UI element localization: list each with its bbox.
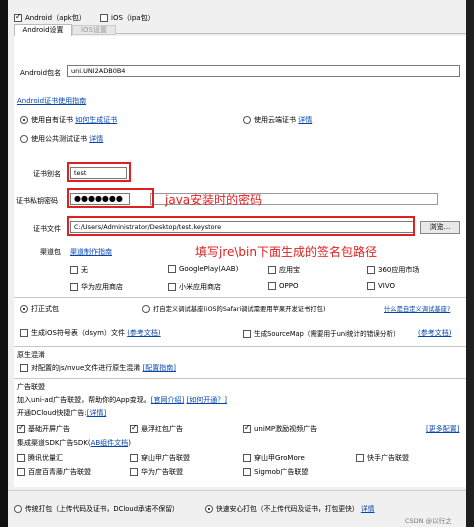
tab-android-settings[interactable]: Android设置 <box>14 24 72 36</box>
channel-label: 渠道包 <box>40 248 61 256</box>
sdk-ad-checkbox[interactable] <box>243 454 251 462</box>
dcloud-ad-checkbox[interactable] <box>17 423 25 433</box>
sdk-ad-checkbox[interactable] <box>130 454 138 462</box>
obfuscation-checkbox[interactable] <box>20 364 28 372</box>
more-config-link[interactable]: [更多配置] <box>426 424 459 434</box>
cert-file-label: 证书文件 <box>33 225 61 233</box>
own-cert-radio[interactable] <box>20 116 28 124</box>
sdk-ad-checkbox[interactable] <box>17 454 25 462</box>
obfuscation-guide-link[interactable]: [配置指南] <box>143 364 176 372</box>
obfuscation-section-title: 原生混淆 <box>17 351 45 359</box>
divider <box>14 346 466 347</box>
fast-pack-radio[interactable] <box>205 505 213 513</box>
channel-item[interactable]: VIVO <box>367 282 395 290</box>
channel-item[interactable]: 华为应用商店 <box>70 282 123 292</box>
sdk-ad-checkbox[interactable] <box>130 468 138 476</box>
channel-checkbox[interactable] <box>168 283 176 291</box>
ios-dsym-doc-link[interactable]: (参考文档) <box>127 329 160 337</box>
custom-base-help-link[interactable]: 什么是自定义调试基座? <box>384 304 450 313</box>
sdk-ad-checkbox[interactable] <box>243 468 251 476</box>
public-details-link[interactable]: 详情 <box>89 135 103 143</box>
sdk-doc-link[interactable]: AB组件文档 <box>91 439 129 447</box>
cloud-cert-option[interactable]: 使用云端证书 详情 <box>243 115 312 125</box>
own-cert-option[interactable]: 使用自有证书 如何生成证书 <box>20 115 117 125</box>
cloud-cert-radio[interactable] <box>243 116 251 124</box>
sdk-ad-item[interactable]: 华为广告联盟 <box>130 467 183 477</box>
dcloud-ad-item[interactable]: 基础开屏广告 <box>17 423 70 434</box>
alias-label: 证书别名 <box>33 170 61 178</box>
browse-button[interactable]: 浏览... <box>420 221 460 234</box>
how-to-generate-link[interactable]: 如何生成证书 <box>75 116 117 124</box>
formal-package-radio[interactable] <box>20 305 28 313</box>
android-platform-option[interactable]: Android（apk包） <box>14 12 86 23</box>
channel-checkbox[interactable] <box>367 282 375 290</box>
password-label: 证书私钥密码 <box>16 197 58 205</box>
divider <box>14 378 466 379</box>
sdk-ad-item[interactable]: Sigmob广告联盟 <box>243 467 308 477</box>
sdk-ad-checkbox[interactable] <box>17 468 25 476</box>
divider <box>14 297 466 298</box>
channel-checkbox[interactable] <box>70 283 78 291</box>
sdk-ad-item[interactable]: 百度百青藤广告联盟 <box>17 467 91 477</box>
cert-file-highlight-box <box>67 216 415 236</box>
dcloud-ad-checkbox[interactable] <box>243 423 251 433</box>
password-highlight-box <box>67 188 154 208</box>
ios-dsym-option[interactable]: 生成iOS符号表（dsym）文件 (参考文档) <box>20 328 161 338</box>
fast-pack-option[interactable]: 快速安心打包（不上传代码及证书，打包更快） 详情 <box>205 503 375 513</box>
ads-howto-link[interactable]: [如何开通？] <box>186 396 226 404</box>
sdk-ad-item[interactable]: 腾讯优量汇 <box>17 453 63 463</box>
cloud-details-link[interactable]: 详情 <box>298 116 312 124</box>
custom-base-radio[interactable] <box>142 305 150 313</box>
sdk-ad-item[interactable]: 快手广告联盟 <box>356 453 409 463</box>
traditional-pack-radio[interactable] <box>14 505 22 513</box>
sdk-ad-item[interactable]: 穿山甲广告联盟 <box>130 453 190 463</box>
public-cert-radio[interactable] <box>20 135 28 143</box>
obfuscation-option[interactable]: 对配置的js/nvue文件进行原生混淆 [配置指南] <box>20 363 176 373</box>
dcloud-ads-label: 开通DCloud快捷广告:[详情] <box>17 409 107 417</box>
annotation-cert-path: 填写jre\bin下面生成的签名包路径 <box>195 245 377 259</box>
dcloud-ad-item[interactable]: uniMP激励视频广告 <box>243 423 317 434</box>
ios-dsym-checkbox[interactable] <box>20 329 28 337</box>
tab-ios-settings[interactable]: iOS设置 <box>72 25 116 35</box>
sourcemap-doc-link[interactable]: (参考文档) <box>418 328 451 338</box>
channel-item[interactable]: 小米应用商店 <box>168 282 221 292</box>
dcloud-ads-details-link[interactable]: [详情] <box>87 409 106 417</box>
channel-item[interactable]: GooglePlay(AAB) <box>168 265 238 273</box>
sdk-ad-item[interactable]: 穿山甲GroMore <box>243 453 305 463</box>
sourcemap-option[interactable]: 生成SourceMap（需要用于uni统计的错误分析） <box>243 328 400 338</box>
ios-checkbox[interactable] <box>100 14 108 22</box>
custom-base-option[interactable]: 打自定义调试基座(iOS的Safari调试需要用苹果开发证书打包) <box>142 304 325 313</box>
public-cert-option[interactable]: 使用公共测试证书 详情 <box>20 134 103 144</box>
ads-intro-link[interactable]: [官网介绍] <box>151 396 184 404</box>
channel-guide-link[interactable]: 渠道制作指南 <box>70 247 112 257</box>
ads-intro: 加入uni-ad广告联盟，帮助你的App变现。[官网介绍] [如何开通？] <box>17 396 227 404</box>
channel-checkbox[interactable] <box>367 266 375 274</box>
channel-checkbox[interactable] <box>70 266 78 274</box>
channel-checkbox[interactable] <box>268 282 276 290</box>
channel-checkbox[interactable] <box>268 266 276 274</box>
channel-checkbox[interactable] <box>168 265 176 273</box>
fast-pack-details-link[interactable]: 详情 <box>361 505 375 513</box>
ads-section-title: 广告联盟 <box>17 383 45 391</box>
package-name-input[interactable]: uni.UNI2ADB0B4 <box>67 65 460 77</box>
right-border <box>466 0 474 527</box>
channel-item[interactable]: 360应用市场 <box>367 265 419 275</box>
traditional-pack-option[interactable]: 传统打包（上传代码及证书，DCloud承诺不保留） <box>14 503 179 513</box>
formal-package-option[interactable]: 打正式包 <box>20 304 59 314</box>
cert-guide-link[interactable]: Android证书使用指南 <box>17 96 86 106</box>
channel-item[interactable]: 应用宝 <box>268 265 300 275</box>
sdk-ads-label: 集成渠道SDK广告SDK(AB组件文档) <box>17 439 131 447</box>
android-checkbox[interactable] <box>14 12 22 22</box>
dcloud-ad-item[interactable]: 悬浮红包广告 <box>130 423 183 434</box>
ios-platform-option[interactable]: iOS（ipa包） <box>100 13 155 23</box>
dcloud-ad-checkbox[interactable] <box>130 423 138 433</box>
sourcemap-checkbox[interactable] <box>243 330 251 338</box>
watermark: CSDN @以行之 <box>405 517 452 525</box>
annotation-password: java安装时的密码 <box>165 193 263 207</box>
channel-item[interactable]: 无 <box>70 265 88 275</box>
package-name-label: Android包名 <box>20 69 62 77</box>
alias-highlight-box <box>67 162 131 182</box>
sdk-ad-checkbox[interactable] <box>356 454 364 462</box>
channel-item[interactable]: OPPO <box>268 282 298 290</box>
